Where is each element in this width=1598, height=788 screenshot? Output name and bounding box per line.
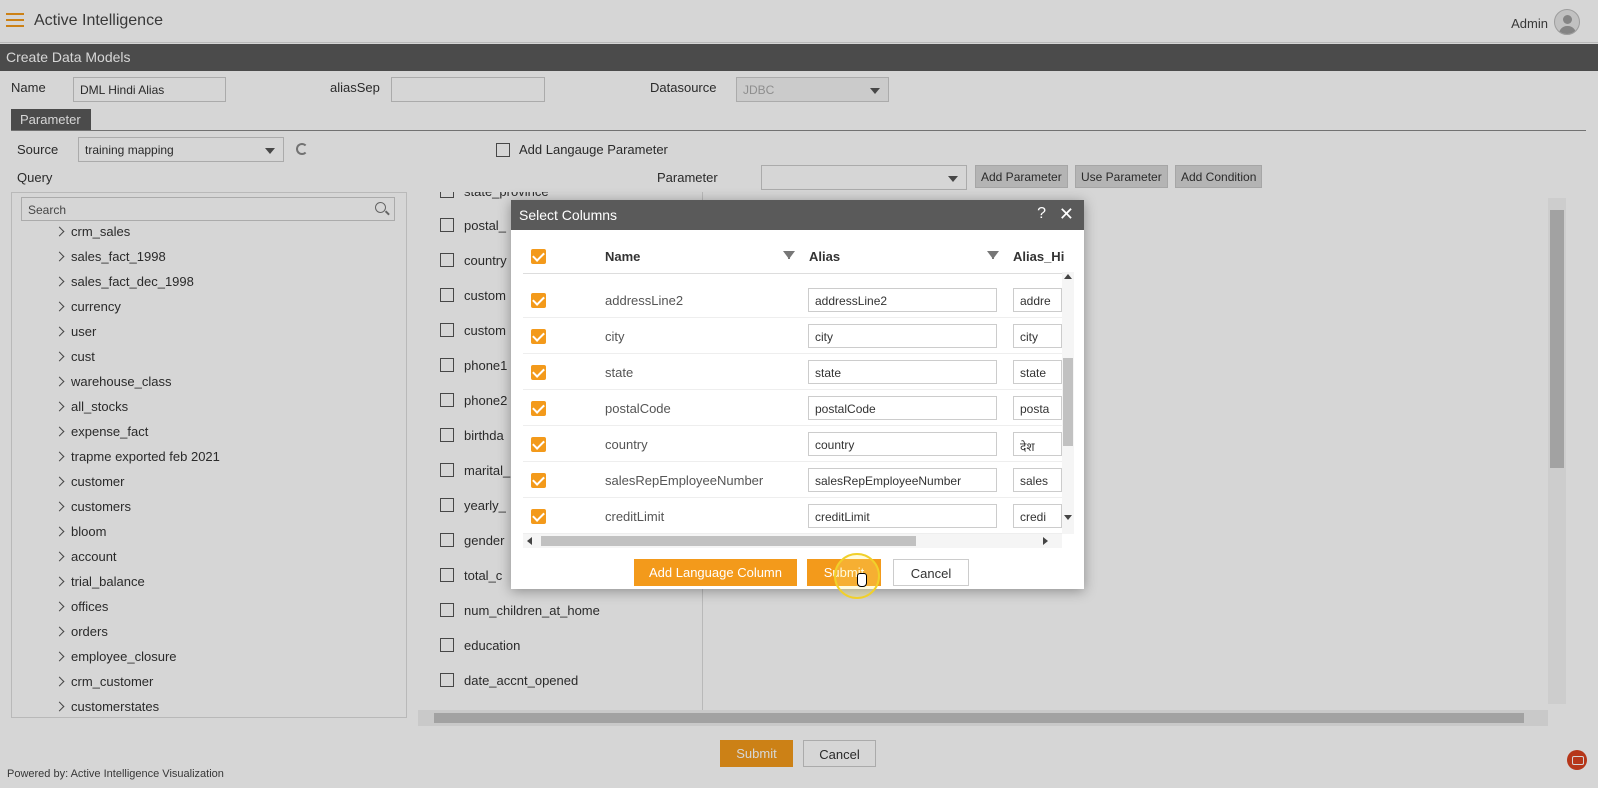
table-row: city city city: [523, 318, 1062, 354]
table-row: creditLimit creditLimit credi: [523, 498, 1062, 534]
scroll-down-icon[interactable]: [1064, 515, 1072, 520]
column-header-name[interactable]: Name: [605, 249, 640, 264]
alias-input[interactable]: country: [808, 432, 997, 456]
filter-icon[interactable]: [987, 251, 999, 259]
alias-hindi-input[interactable]: city: [1013, 324, 1062, 348]
alias-input[interactable]: postalCode: [808, 396, 997, 420]
column-header-alias-hindi[interactable]: Alias_Hi: [1013, 249, 1064, 264]
row-checkbox[interactable]: [531, 473, 546, 488]
alias-input[interactable]: salesRepEmployeeNumber: [808, 468, 997, 492]
filter-icon[interactable]: [783, 251, 795, 259]
table-row: country country देश: [523, 426, 1062, 462]
scroll-up-icon[interactable]: [1064, 274, 1072, 279]
alias-hindi-input[interactable]: credi: [1013, 504, 1062, 528]
select-all-checkbox[interactable]: [531, 249, 546, 264]
row-checkbox[interactable]: [531, 365, 546, 380]
row-name: city: [605, 329, 625, 344]
table-row: state state state: [523, 354, 1062, 390]
column-header-alias[interactable]: Alias: [809, 249, 840, 264]
row-name: state: [605, 365, 634, 380]
alias-hindi-input[interactable]: state: [1013, 360, 1062, 384]
row-checkbox[interactable]: [531, 329, 546, 344]
alias-input[interactable]: state: [808, 360, 997, 384]
columns-grid: Name Alias Alias_Hi addressLine2 address…: [523, 238, 1074, 550]
select-columns-dialog: Select Columns ? ✕ Name Alias Alias_Hi a…: [511, 200, 1084, 589]
dialog-cancel-button[interactable]: Cancel: [893, 559, 969, 586]
alias-input[interactable]: creditLimit: [808, 504, 997, 528]
dialog-title: Select Columns: [519, 207, 618, 223]
close-icon[interactable]: ✕: [1059, 204, 1074, 225]
table-row: addressLine2 addressLine2 addre: [523, 282, 1062, 318]
dialog-header: Select Columns ? ✕: [511, 200, 1084, 230]
scroll-left-icon[interactable]: [527, 537, 532, 545]
row-name: salesRepEmployeeNumber: [605, 473, 764, 488]
alias-input[interactable]: addressLine2: [808, 288, 997, 312]
alias-input[interactable]: city: [808, 324, 997, 348]
row-checkbox[interactable]: [531, 437, 546, 452]
alias-hindi-input[interactable]: addre: [1013, 288, 1062, 312]
row-name: postalCode: [605, 401, 671, 416]
row-checkbox[interactable]: [531, 293, 546, 308]
row-checkbox[interactable]: [531, 401, 546, 416]
table-row: salesRepEmployeeNumber salesRepEmployeeN…: [523, 462, 1062, 498]
grid-header: Name Alias Alias_Hi: [523, 238, 1064, 274]
alias-hindi-input[interactable]: posta: [1013, 396, 1062, 420]
alias-hindi-input[interactable]: sales: [1013, 468, 1062, 492]
add-language-column-button[interactable]: Add Language Column: [634, 559, 797, 586]
row-name: addressLine2: [605, 293, 684, 308]
row-checkbox[interactable]: [531, 509, 546, 524]
table-row: postalCode postalCode posta: [523, 390, 1062, 426]
row-name: country: [605, 437, 648, 452]
scrollbar-thumb[interactable]: [541, 536, 916, 546]
scrollbar-thumb[interactable]: [1063, 358, 1073, 446]
grid-horizontal-scrollbar[interactable]: [523, 534, 1062, 548]
row-name: creditLimit: [605, 509, 665, 524]
grid-vertical-scrollbar[interactable]: [1062, 272, 1074, 534]
scroll-right-icon[interactable]: [1043, 537, 1048, 545]
alias-hindi-input[interactable]: देश: [1013, 432, 1062, 456]
help-icon[interactable]: ?: [1037, 205, 1046, 223]
hand-cursor-icon: [857, 573, 867, 587]
